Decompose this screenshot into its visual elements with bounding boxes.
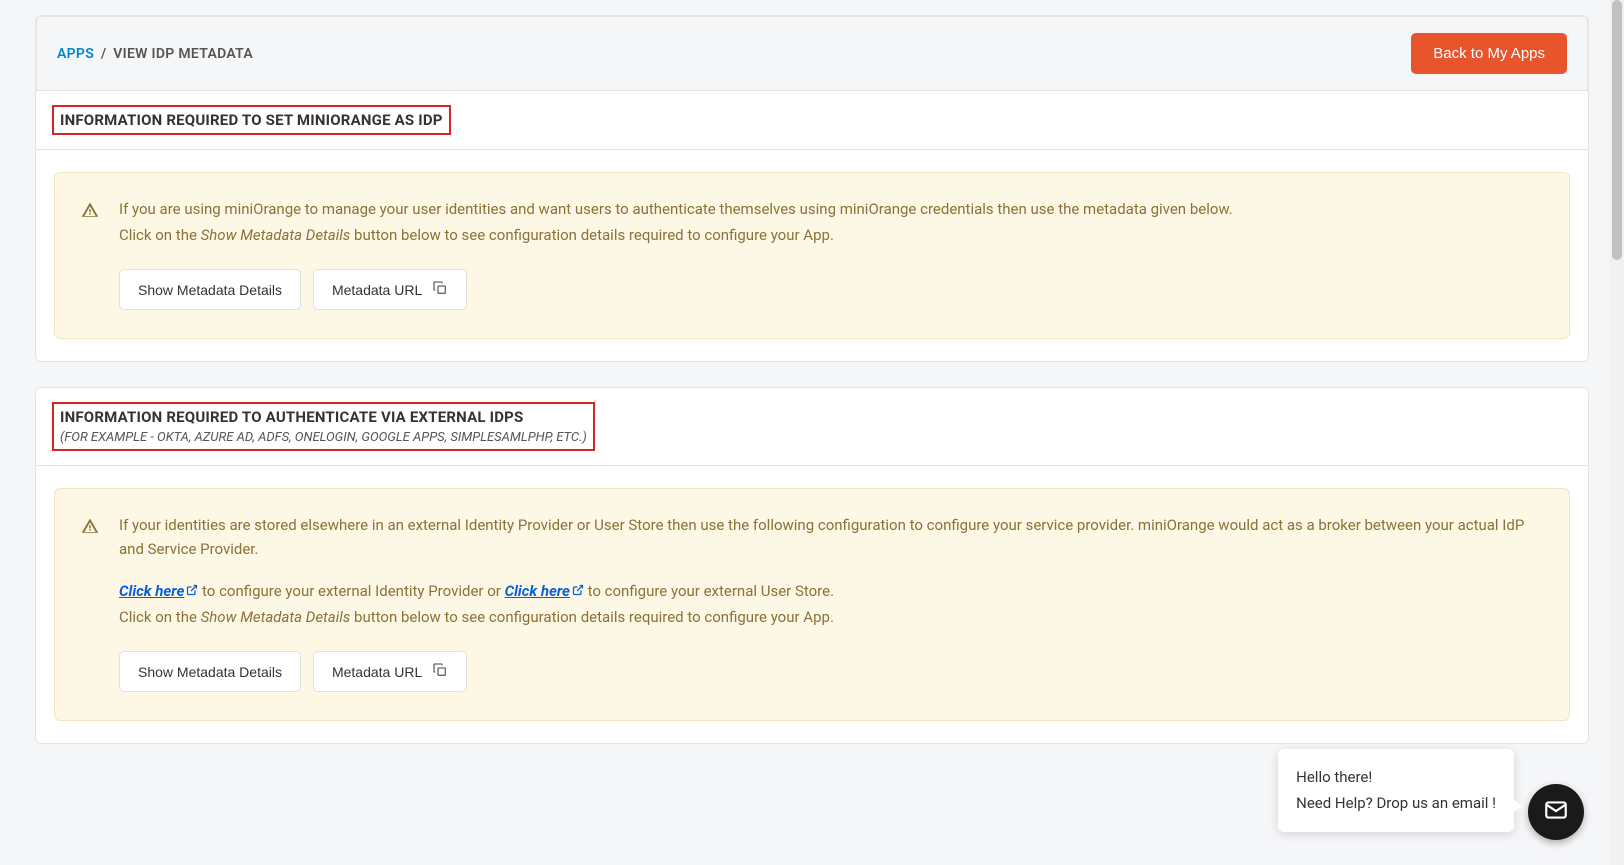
vertical-scrollbar[interactable]	[1610, 0, 1624, 865]
chat-widget: Hello there! Need Help? Drop us an email…	[1278, 749, 1584, 840]
chat-bubble: Hello there! Need Help? Drop us an email…	[1278, 749, 1514, 832]
section1-button-row: Show Metadata Details Metadata URL	[119, 269, 1543, 310]
copy-icon	[432, 280, 448, 299]
section1-content: If you are using miniOrange to manage yo…	[36, 150, 1588, 361]
external-link-icon	[572, 579, 584, 603]
copy-icon	[432, 662, 448, 681]
scrollbar-thumb[interactable]	[1612, 0, 1622, 260]
breadcrumb-link-apps[interactable]: APPS	[57, 46, 94, 62]
section2-alert-links: Click here to configure your external Id…	[119, 579, 1543, 603]
section1-alert-text: If you are using miniOrange to manage yo…	[119, 197, 1543, 310]
chat-line1: Hello there!	[1296, 765, 1496, 791]
metadata-url-button-1[interactable]: Metadata URL	[313, 269, 467, 310]
click-here-link-userstore[interactable]: Click here	[505, 582, 584, 600]
show-metadata-details-button-2[interactable]: Show Metadata Details	[119, 651, 301, 692]
click-here-link-idp[interactable]: Click here	[119, 582, 198, 600]
mail-icon	[1543, 797, 1569, 827]
metadata-url-label-2: Metadata URL	[332, 664, 422, 680]
external-link-icon	[186, 579, 198, 603]
card-external-idps: INFORMATION REQUIRED TO AUTHENTICATE VIA…	[35, 387, 1589, 744]
section1-highlight: INFORMATION REQUIRED TO SET MINIORANGE A…	[52, 105, 451, 135]
card-miniorange-idp: APPS / VIEW IDP METADATA Back to My Apps…	[35, 15, 1589, 362]
section2-alert-line3: Click on the Show Metadata Details butto…	[119, 605, 1543, 629]
warning-icon	[81, 201, 99, 310]
section2-title-area: INFORMATION REQUIRED TO AUTHENTICATE VIA…	[36, 388, 1588, 466]
section2-title: INFORMATION REQUIRED TO AUTHENTICATE VIA…	[60, 408, 587, 426]
metadata-url-button-2[interactable]: Metadata URL	[313, 651, 467, 692]
breadcrumb-header: APPS / VIEW IDP METADATA Back to My Apps	[36, 16, 1588, 91]
metadata-url-label-1: Metadata URL	[332, 282, 422, 298]
breadcrumb: APPS / VIEW IDP METADATA	[57, 46, 253, 62]
section1-alert-line2: Click on the Show Metadata Details butto…	[119, 223, 1543, 247]
section2-subtitle: (FOR EXAMPLE - OKTA, AZURE AD, ADFS, ONE…	[60, 430, 587, 445]
section2-highlight: INFORMATION REQUIRED TO AUTHENTICATE VIA…	[52, 402, 595, 451]
warning-icon	[81, 517, 99, 692]
section2-alert-line1: If your identities are stored elsewhere …	[119, 513, 1543, 561]
section2-button-row: Show Metadata Details Metadata URL	[119, 651, 1543, 692]
breadcrumb-separator: /	[101, 46, 107, 62]
section2-alert: If your identities are stored elsewhere …	[54, 488, 1570, 721]
section1-alert-line1: If you are using miniOrange to manage yo…	[119, 197, 1543, 221]
show-metadata-details-button-1[interactable]: Show Metadata Details	[119, 269, 301, 310]
section2-alert-text: If your identities are stored elsewhere …	[119, 513, 1543, 692]
chat-button[interactable]	[1528, 784, 1584, 840]
back-to-my-apps-button[interactable]: Back to My Apps	[1411, 33, 1567, 74]
section1-alert: If you are using miniOrange to manage yo…	[54, 172, 1570, 339]
section2-content: If your identities are stored elsewhere …	[36, 466, 1588, 743]
section1-title: INFORMATION REQUIRED TO SET MINIORANGE A…	[60, 111, 443, 129]
breadcrumb-current: VIEW IDP METADATA	[113, 46, 253, 62]
chat-line2: Need Help? Drop us an email !	[1296, 791, 1496, 817]
section1-title-area: INFORMATION REQUIRED TO SET MINIORANGE A…	[36, 91, 1588, 150]
